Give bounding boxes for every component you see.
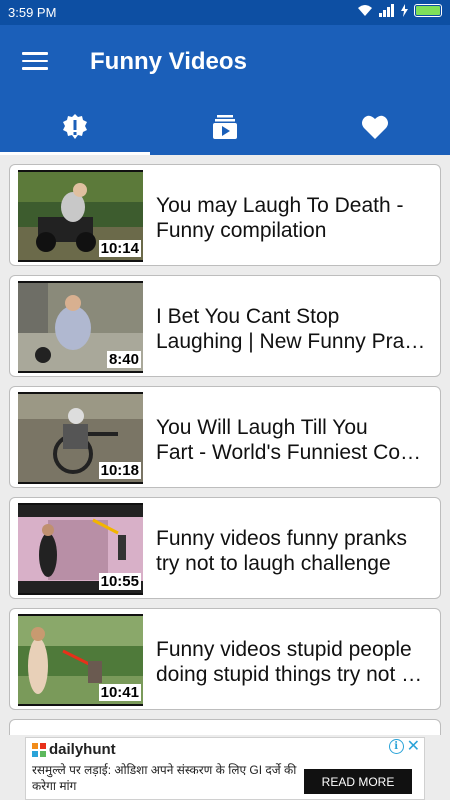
battery-icon [414,4,442,17]
info-icon[interactable]: i [388,739,404,754]
battery-level [416,6,440,15]
hamburger-menu-icon[interactable] [22,52,48,70]
video-card[interactable]: 10:55 Funny videos funny pranks try not … [9,497,441,599]
status-icons [357,4,442,17]
status-bar: 3:59 PM [0,0,450,25]
status-time: 3:59 PM [8,5,57,20]
video-duration: 10:18 [98,462,141,479]
page-title: Funny Videos [90,48,247,75]
app-bar: Funny Videos [0,25,450,98]
video-title: Funny videos funny pranks try not to lau… [156,527,407,575]
dailyhunt-logo-icon [32,742,46,757]
video-card[interactable]: 10:18 You Will Laugh Till You Fart - Wor… [9,386,441,488]
heart-icon [362,115,388,139]
video-thumbnail: 10:18 [18,392,143,484]
video-title: You Will Laugh Till You Fart - World's F… [156,416,422,464]
ad-brand-name: dailyhunt [49,741,116,758]
charging-icon [401,4,408,17]
video-card[interactable]: 8:40 I Bet You Cant Stop Laughing | New … [9,275,441,377]
ad-banner[interactable]: dailyhunt रसमुल्ले पर लड़ाई: ओडिशा अपने … [25,737,425,800]
video-title: Funny videos stupid people doing stupid … [156,638,423,686]
video-title: I Bet You Cant Stop Laughing | New Funny… [156,305,434,353]
video-duration: 10:55 [98,573,141,590]
video-duration: 8:40 [106,351,141,368]
read-more-button[interactable]: READ MORE [304,769,412,794]
ad-controls: i ✕ [388,739,420,755]
alert-badge-icon [63,113,87,139]
video-duration: 10:14 [98,240,141,257]
video-playlist-icon [213,114,237,139]
video-card-partial[interactable] [9,719,441,735]
video-card[interactable]: 10:41 Funny videos stupid people doing s… [9,608,441,710]
video-thumbnail: 10:14 [18,170,143,262]
tab-playlist[interactable] [150,98,300,155]
wifi-icon [358,5,372,16]
signal-icon [379,4,394,17]
tab-trending[interactable] [0,98,150,155]
video-thumbnail: 10:41 [18,614,143,706]
tab-favorites[interactable] [300,98,450,155]
video-thumbnail: 10:55 [18,503,143,595]
video-duration: 10:41 [98,684,141,701]
tab-bar [0,98,450,155]
video-card[interactable]: 10:14 You may Laugh To Death - Funny com… [9,164,441,266]
ad-brand: dailyhunt [32,741,116,758]
video-thumbnail: 8:40 [18,281,143,373]
video-list: 10:14 You may Laugh To Death - Funny com… [0,155,450,735]
close-icon[interactable]: ✕ [407,739,420,755]
ad-text: रसमुल्ले पर लड़ाई: ओडिशा अपने संस्करण के… [32,763,297,793]
video-title: You may Laugh To Death - Funny compilati… [156,194,404,242]
